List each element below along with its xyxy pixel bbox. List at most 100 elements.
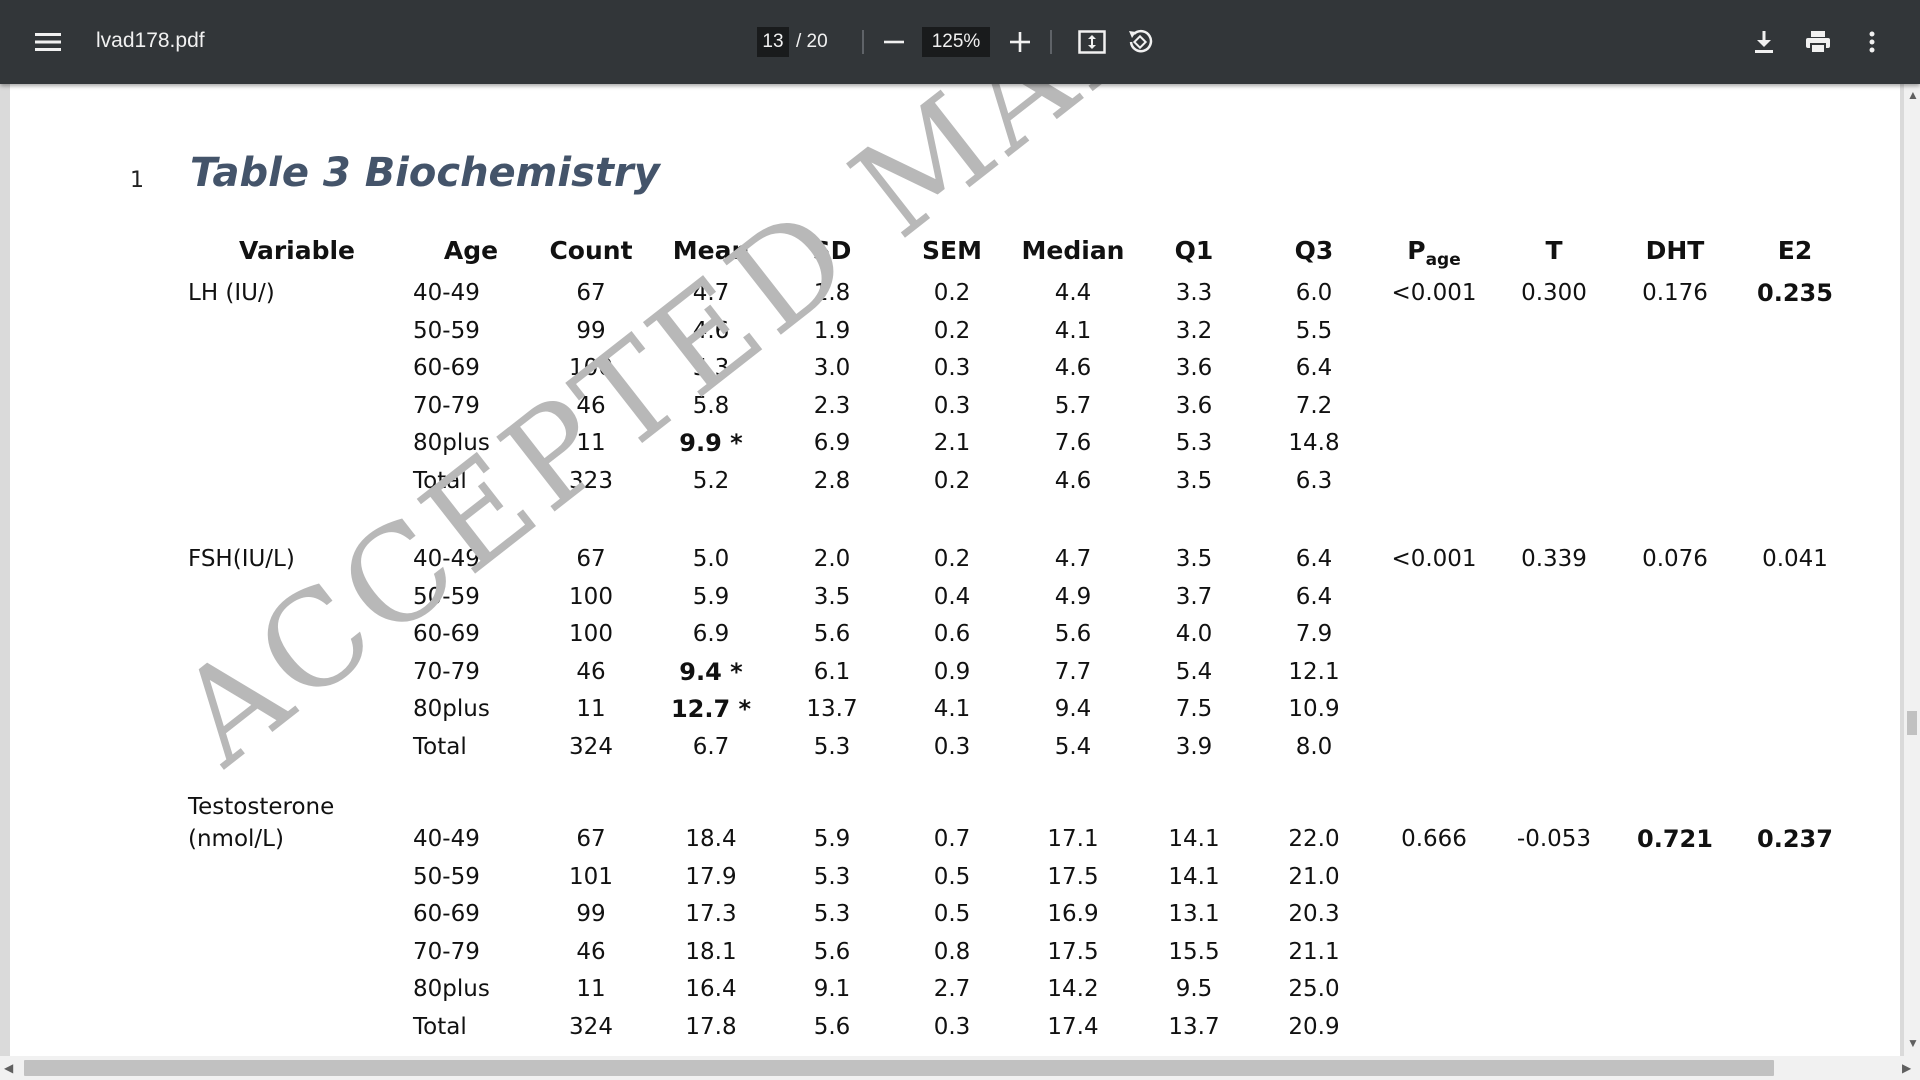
vertical-scrollbar[interactable]: ▲ ▼ [1904, 84, 1920, 1056]
vertical-scroll-thumb[interactable] [1907, 711, 1917, 735]
median-cell: 4.6 [1054, 355, 1092, 381]
q1-cell: 7.5 [1175, 696, 1213, 722]
scroll-right-icon[interactable]: ▶ [1902, 1061, 1911, 1075]
header-count: Count [549, 236, 633, 265]
median-cell: 17.4 [1047, 1013, 1099, 1040]
sd-cell: 5.6 [813, 1013, 851, 1040]
q1-cell: 5.3 [1175, 430, 1213, 456]
header-age: Age [443, 236, 499, 265]
menu-icon[interactable] [28, 22, 68, 62]
pdf-toolbar: lvad178.pdf 13 / 20 125% [0, 0, 1920, 84]
age-cell: Total [413, 1013, 467, 1040]
median-cell: 17.5 [1047, 863, 1099, 890]
median-cell: 7.7 [1054, 658, 1092, 685]
median-cell: 16.9 [1047, 901, 1099, 927]
count-cell: 11 [576, 430, 606, 456]
stat-p-age-cell: 0.666 [1401, 826, 1467, 852]
age-cell: Total [413, 733, 467, 760]
mean-cell: 12.7 * [670, 695, 752, 723]
pdf-page: ACCEPTED MANUSCRIPT 1 Table 3 Biochemist… [10, 84, 1900, 1056]
scroll-up-icon[interactable]: ▲ [1907, 88, 1919, 102]
header-p-sub: age [1425, 250, 1461, 270]
mean-cell: 4.7 [692, 280, 730, 306]
group-label: LH (IU/) [188, 280, 275, 306]
page-number-input[interactable]: 13 [757, 27, 789, 57]
count-cell: 46 [576, 392, 606, 419]
sd-cell: 5.3 [813, 863, 851, 890]
median-cell: 5.4 [1054, 733, 1092, 760]
sem-cell: 2.7 [933, 976, 971, 1002]
sd-cell: 9.1 [813, 976, 851, 1002]
stat-e2-cell: 0.235 [1757, 279, 1833, 307]
count-cell: 67 [576, 826, 606, 852]
scroll-down-icon[interactable]: ▼ [1907, 1036, 1919, 1050]
sd-cell: 3.5 [813, 583, 851, 610]
count-cell: 324 [569, 1013, 613, 1040]
q3-cell: 21.0 [1288, 863, 1340, 890]
q3-cell: 14.8 [1288, 430, 1340, 456]
sem-cell: 0.7 [933, 826, 971, 852]
count-cell: 11 [576, 976, 606, 1002]
mean-cell: 5.8 [692, 392, 730, 419]
pdf-viewer[interactable]: ACCEPTED MANUSCRIPT 1 Table 3 Biochemist… [0, 84, 1904, 1056]
line-number: 1 [130, 168, 144, 193]
q1-cell: 13.1 [1168, 901, 1220, 927]
sem-cell: 0.4 [933, 583, 971, 610]
header-sd: SD [812, 236, 852, 265]
q1-cell: 13.7 [1168, 1013, 1220, 1040]
q3-cell: 6.4 [1295, 583, 1333, 610]
sem-cell: 2.1 [933, 430, 971, 456]
median-cell: 17.1 [1047, 826, 1099, 852]
q3-cell: 6.4 [1295, 355, 1333, 381]
age-cell: 60-69 [413, 621, 480, 647]
q3-cell: 6.3 [1295, 467, 1333, 494]
q1-cell: 14.1 [1168, 863, 1220, 890]
age-cell: 60-69 [413, 355, 480, 381]
sem-cell: 0.3 [933, 1013, 971, 1040]
print-icon[interactable] [1798, 22, 1838, 62]
table-title: Table 3 Biochemistry [190, 150, 660, 196]
fit-page-icon[interactable] [1072, 22, 1112, 62]
median-cell: 9.4 [1054, 696, 1092, 722]
more-vert-icon[interactable] [1852, 22, 1892, 62]
age-cell: 40-49 [413, 546, 480, 572]
scroll-left-icon[interactable]: ◀ [4, 1061, 13, 1075]
sem-cell: 0.2 [933, 280, 971, 306]
zoom-in-icon[interactable] [1000, 22, 1040, 62]
sd-cell: 13.7 [806, 696, 858, 722]
mean-cell: 5.9 [692, 583, 730, 610]
download-icon[interactable] [1744, 22, 1784, 62]
stat-e2-cell: 0.041 [1762, 546, 1828, 572]
sd-cell: 2.0 [813, 546, 851, 572]
mean-cell: 18.1 [685, 938, 737, 965]
page-total: / 20 [796, 31, 828, 52]
zoom-input[interactable]: 125% [922, 27, 990, 57]
q1-cell: 3.5 [1175, 546, 1213, 572]
sd-cell: 3.0 [813, 355, 851, 381]
sd-cell: 5.3 [813, 901, 851, 927]
zoom-out-icon[interactable] [874, 22, 914, 62]
sd-cell: 6.1 [813, 658, 851, 685]
horizontal-scrollbar[interactable]: ◀ ▶ [0, 1056, 1920, 1080]
toolbar-divider [1050, 30, 1052, 54]
count-cell: 11 [576, 696, 606, 722]
median-cell: 5.7 [1054, 392, 1092, 419]
sem-cell: 0.9 [933, 658, 971, 685]
rotate-icon[interactable] [1120, 22, 1160, 62]
q3-cell: 20.3 [1288, 901, 1340, 927]
count-cell: 323 [569, 467, 613, 494]
sem-cell: 0.5 [933, 901, 971, 927]
age-cell: 40-49 [413, 280, 480, 306]
header-t: T [1545, 236, 1563, 265]
sem-cell: 0.2 [933, 317, 971, 344]
q3-cell: 20.9 [1288, 1013, 1340, 1040]
sd-cell: 1.8 [813, 280, 851, 306]
age-cell: 50-59 [413, 317, 480, 344]
horizontal-scroll-thumb[interactable] [24, 1060, 1774, 1076]
header-q3: Q3 [1294, 236, 1334, 265]
median-cell: 5.6 [1054, 621, 1092, 647]
q3-cell: 10.9 [1288, 696, 1340, 722]
mean-cell: 9.9 * [679, 429, 743, 457]
sd-cell: 5.9 [813, 826, 851, 852]
age-cell: 50-59 [413, 583, 480, 610]
